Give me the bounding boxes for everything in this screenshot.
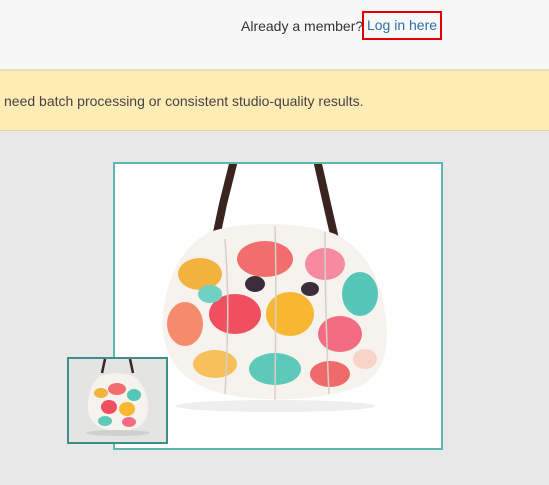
login-link[interactable]: Log in here — [362, 11, 442, 40]
notice-text: need batch processing or consistent stud… — [4, 93, 364, 109]
thumbnail-image — [69, 359, 166, 442]
top-header: Already a member? Log in here — [0, 0, 549, 70]
member-prompt-text: Already a member? — [241, 18, 364, 34]
original-image-thumbnail[interactable] — [67, 357, 168, 444]
notice-banner: need batch processing or consistent stud… — [0, 70, 549, 131]
